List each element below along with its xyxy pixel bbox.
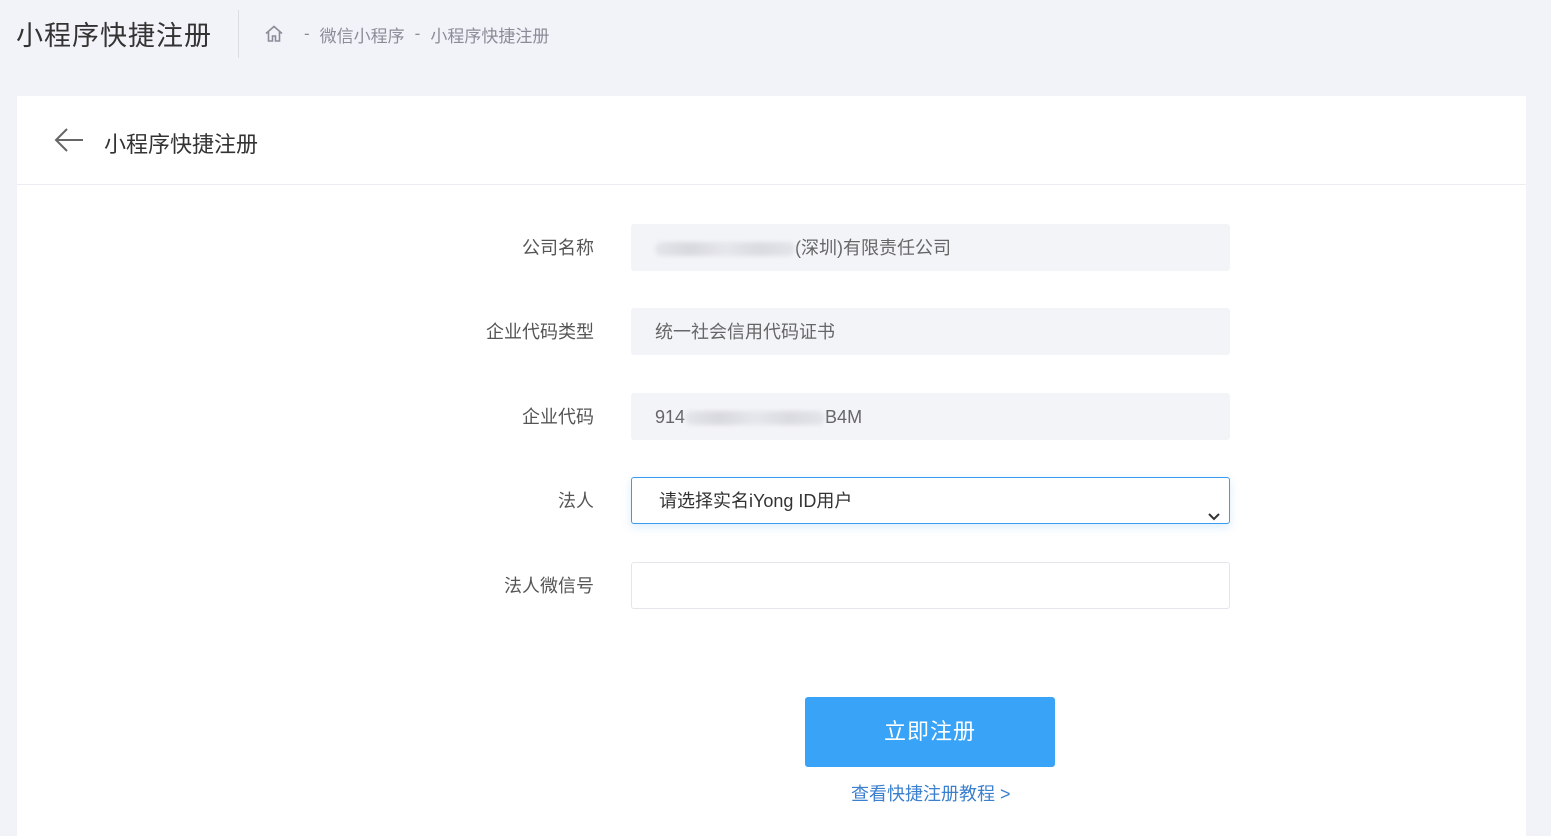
main-card: 小程序快捷注册 公司名称 (深圳)有限责任公司 企业代码类型 统一社会信用代码证… <box>17 96 1526 836</box>
code-type-field: 统一社会信用代码证书 <box>631 308 1230 355</box>
form-row-code-type: 企业代码类型 统一社会信用代码证书 <box>17 308 1526 356</box>
form-row-company-name: 公司名称 (深圳)有限责任公司 <box>17 224 1526 272</box>
form-row-enterprise-code: 企业代码 914 B4M <box>17 393 1526 441</box>
form-row-legal-wechat: 法人微信号 <box>17 562 1526 610</box>
form-row-legal-person: 法人 请选择实名iYong ID用户 <box>17 477 1526 525</box>
redacted-text <box>655 242 795 257</box>
redacted-text <box>685 411 826 426</box>
company-name-field: (深圳)有限责任公司 <box>631 224 1230 271</box>
title-divider <box>238 10 239 58</box>
breadcrumb: - 微信小程序 - 小程序快捷注册 <box>264 22 549 46</box>
company-name-label: 公司名称 <box>522 238 594 258</box>
home-icon[interactable] <box>264 24 284 44</box>
company-name-visible-suffix: (深圳)有限责任公司 <box>795 238 951 258</box>
legal-person-label: 法人 <box>558 491 594 511</box>
breadcrumb-separator: - <box>304 24 310 43</box>
card-title: 小程序快捷注册 <box>104 132 259 157</box>
back-arrow-icon[interactable] <box>53 126 85 154</box>
legal-person-selected-value: 请选择实名iYong ID用户 <box>659 491 853 511</box>
breadcrumb-item-wechat-miniprogram[interactable]: 微信小程序 <box>320 22 405 47</box>
page-title: 小程序快捷注册 <box>16 21 212 51</box>
enterprise-code-suffix: B4M <box>825 407 863 427</box>
code-type-label: 企业代码类型 <box>486 322 594 342</box>
enterprise-code-label: 企业代码 <box>522 407 594 427</box>
legal-wechat-input[interactable] <box>631 562 1230 609</box>
legal-person-select[interactable]: 请选择实名iYong ID用户 <box>631 477 1230 524</box>
breadcrumb-item-quick-register: 小程序快捷注册 <box>430 26 550 46</box>
legal-wechat-label: 法人微信号 <box>504 576 594 596</box>
chevron-down-icon <box>1207 494 1221 521</box>
top-bar: 小程序快捷注册 - 微信小程序 - 小程序快捷注册 <box>0 0 1551 70</box>
enterprise-code-field: 914 B4M <box>631 393 1230 440</box>
register-now-button[interactable]: 立即注册 <box>805 697 1055 767</box>
breadcrumb-separator: - <box>414 24 421 43</box>
tutorial-link[interactable]: 查看快捷注册教程 > <box>851 780 1011 806</box>
card-header: 小程序快捷注册 <box>17 96 1526 185</box>
enterprise-code-prefix: 914 <box>655 407 686 427</box>
